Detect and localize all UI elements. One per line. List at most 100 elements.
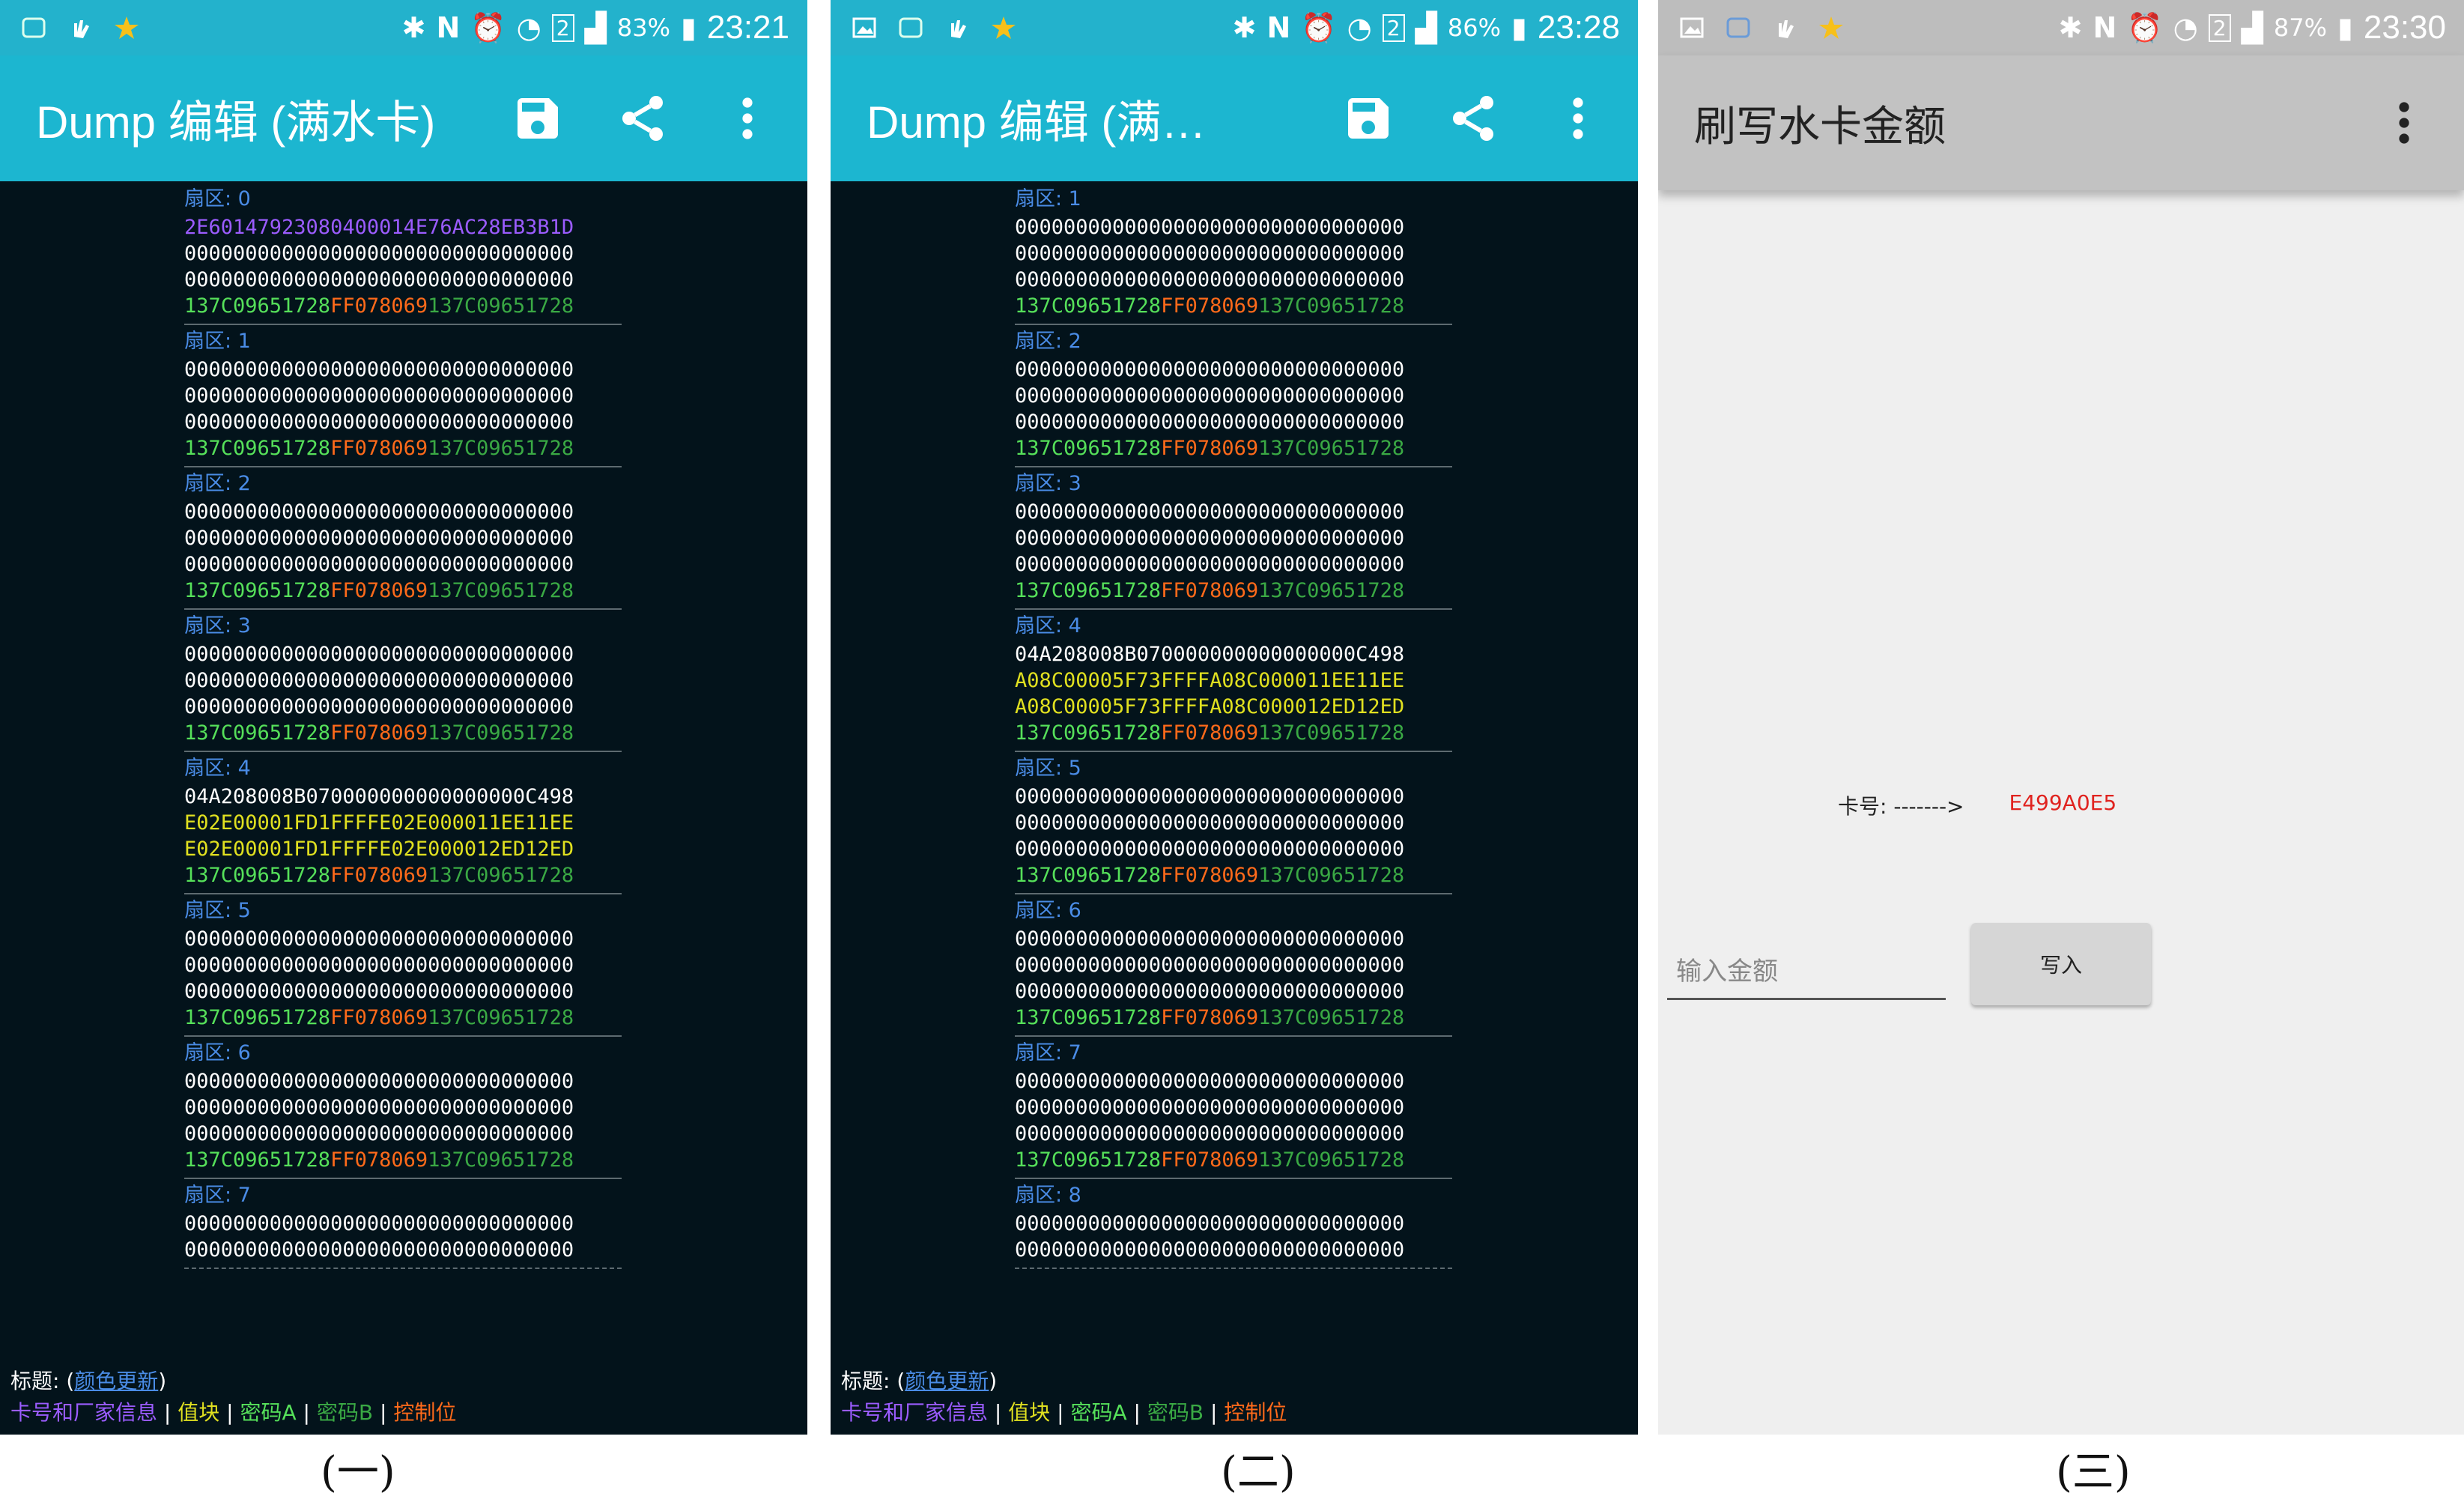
block-line[interactable]: 00000000000000000000000000000000 [1015,409,1452,435]
save-button[interactable] [508,88,568,148]
block-line[interactable]: 00000000000000000000000000000000 [184,409,622,435]
block-line[interactable]: 00000000000000000000000000000000 [184,1211,622,1237]
sector-block: 扇区: 6 00000000000000000000000000000000 000… [184,1037,622,1179]
sector-trailer[interactable]: 137C09651728FF078069137C09651728 [184,435,622,461]
share-button[interactable] [613,88,673,148]
access-bits: FF078069 [1161,1006,1259,1029]
block-line[interactable]: 00000000000000000000000000000000 [184,240,622,267]
share-button[interactable] [1443,88,1503,148]
block-line[interactable]: 00000000000000000000000000000000 [184,383,622,409]
star-icon [1815,12,1847,43]
block-line[interactable]: 00000000000000000000000000000000 [184,1094,622,1121]
legend-uid: 卡号和厂家信息 [10,1400,158,1425]
sector-trailer[interactable]: 137C09651728FF078069137C09651728 [1015,720,1452,746]
block-line[interactable]: 00000000000000000000000000000000 [1015,1211,1452,1237]
color-legend: 标题: (颜色更新) 卡号和厂家信息 | 值块 | 密码A | 密码B | 控制… [10,1366,456,1429]
sector-block: 扇区: 6 00000000000000000000000000000000 000… [1015,894,1452,1037]
sector-trailer[interactable]: 137C09651728FF078069137C09651728 [1015,578,1452,604]
legend-key-b: 密码B [1147,1400,1204,1425]
access-bits: FF078069 [330,1148,428,1172]
more-vert-icon [742,97,753,139]
sector-trailer[interactable]: 137C09651728FF078069137C09651728 [184,1005,622,1031]
sector-trailer[interactable]: 137C09651728FF078069137C09651728 [1015,1005,1452,1031]
sector-header: 扇区: 7 [184,1184,251,1207]
wifi-icon: ◔ [1347,11,1372,44]
block-line[interactable]: 00000000000000000000000000000000 [184,357,622,383]
dump-viewer[interactable]: 扇区: 0 2E60147923080400014E76AC28EB3B1D 000… [184,183,622,1363]
block-line[interactable]: 00000000000000000000000000000000 [184,267,622,293]
block-line[interactable]: 00000000000000000000000000000000 [1015,499,1452,525]
access-bits: FF078069 [1161,864,1259,887]
sector-trailer[interactable]: 137C09651728FF078069137C09651728 [184,1147,622,1173]
block-line[interactable]: 00000000000000000000000000000000 [184,1121,622,1147]
block-line[interactable]: 00000000000000000000000000000000 [184,667,622,694]
block-line[interactable]: 00000000000000000000000000000000 [1015,525,1452,551]
overflow-menu-button[interactable] [2374,93,2434,153]
block-line[interactable]: 00000000000000000000000000000000 [184,694,622,720]
block-line[interactable]: 00000000000000000000000000000000 [184,1068,622,1094]
sector-trailer[interactable]: 137C09651728FF078069137C09651728 [184,862,622,888]
block-line[interactable]: 00000000000000000000000000000000 [184,1237,622,1263]
block-line[interactable]: 00000000000000000000000000000000 [184,499,622,525]
sector-trailer[interactable]: 137C09651728FF078069137C09651728 [1015,293,1452,319]
block-line[interactable]: 00000000000000000000000000000000 [1015,810,1452,836]
sector-header: 扇区: 4 [184,757,251,780]
block-line[interactable]: E02E00001FD1FFFFE02E000011EE11EE [184,810,622,836]
sector-trailer[interactable]: 137C09651728FF078069137C09651728 [1015,435,1452,461]
nfc-icon: N [436,11,461,44]
block-line[interactable]: 00000000000000000000000000000000 [184,978,622,1005]
block-line[interactable]: A08C00005F73FFFFA08C000012ED12ED [1015,694,1452,720]
dump-viewer[interactable]: 扇区: 1 00000000000000000000000000000000 000… [1015,183,1452,1363]
color-update-link[interactable]: 颜色更新 [74,1369,158,1393]
block-line[interactable]: 00000000000000000000000000000000 [1015,240,1452,267]
save-icon [518,98,558,139]
sector-trailer[interactable]: 137C09651728FF078069137C09651728 [184,578,622,604]
app-bar: Dump 编辑 (满水卡) [0,55,807,181]
block-line[interactable]: 00000000000000000000000000000000 [184,952,622,978]
overflow-menu-button[interactable] [717,88,777,148]
block-line[interactable]: 00000000000000000000000000000000 [1015,1094,1452,1121]
sector-trailer[interactable]: 137C09651728FF078069137C09651728 [1015,862,1452,888]
color-update-link[interactable]: 颜色更新 [905,1369,989,1393]
block-line[interactable]: 00000000000000000000000000000000 [1015,267,1452,293]
block-line[interactable]: 00000000000000000000000000000000 [184,551,622,578]
sector-trailer[interactable]: 137C09651728FF078069137C09651728 [184,720,622,746]
block-line[interactable]: 00000000000000000000000000000000 [1015,952,1452,978]
block-line[interactable]: 00000000000000000000000000000000 [1015,357,1452,383]
block-line[interactable]: 00000000000000000000000000000000 [1015,214,1452,240]
block-line[interactable]: 00000000000000000000000000000000 [1015,1121,1452,1147]
sector-trailer[interactable]: 137C09651728FF078069137C09651728 [1015,1147,1452,1173]
sector-header: 扇区: 7 [1015,1041,1081,1065]
block-line[interactable]: 00000000000000000000000000000000 [1015,784,1452,810]
block-line[interactable]: 00000000000000000000000000000000 [1015,383,1452,409]
block-line[interactable]: 00000000000000000000000000000000 [1015,1237,1452,1263]
sector-block: 扇区: 8 00000000000000000000000000000000 000… [1015,1179,1452,1269]
write-button[interactable]: 写入 [1971,923,2151,1005]
block-line[interactable]: 00000000000000000000000000000000 [1015,836,1452,862]
status-bar: ✱ N ⏰ ◔ 2 ▟ 86% ▮ 23:28 [831,0,1638,55]
alarm-icon: ⏰ [470,10,506,44]
block-line[interactable]: 00000000000000000000000000000000 [1015,978,1452,1005]
block-line[interactable]: 00000000000000000000000000000000 [184,641,622,667]
block-line[interactable]: 00000000000000000000000000000000 [1015,926,1452,952]
key-b: 137C09651728 [1258,864,1405,887]
overflow-menu-button[interactable] [1548,88,1608,148]
sim-indicator: 2 [1382,13,1405,42]
block-line[interactable]: 04A208008B070000000000000000C498 [184,784,622,810]
block-line[interactable]: 00000000000000000000000000000000 [184,926,622,952]
key-b: 137C09651728 [1258,721,1405,745]
block-line[interactable]: 00000000000000000000000000000000 [1015,551,1452,578]
block-line[interactable]: 04A208008B070000000000000000C498 [1015,641,1452,667]
legend-sep: | [1204,1400,1225,1425]
block-line[interactable]: 00000000000000000000000000000000 [1015,1068,1452,1094]
card-number-row: 卡号: -------> E499A0E5 [1838,790,2116,820]
sector-trailer[interactable]: 137C09651728FF078069137C09651728 [184,293,622,319]
save-button[interactable] [1338,88,1398,148]
block-line[interactable]: A08C00005F73FFFFA08C000011EE11EE [1015,667,1452,694]
legend-control: 控制位 [1224,1400,1287,1425]
clock: 23:28 [1537,9,1620,46]
block-line[interactable]: E02E00001FD1FFFFE02E000012ED12ED [184,836,622,862]
block-line[interactable]: 00000000000000000000000000000000 [184,525,622,551]
block-line[interactable]: 2E60147923080400014E76AC28EB3B1D [184,214,622,240]
amount-input[interactable]: 输入金额 [1667,940,1946,1000]
